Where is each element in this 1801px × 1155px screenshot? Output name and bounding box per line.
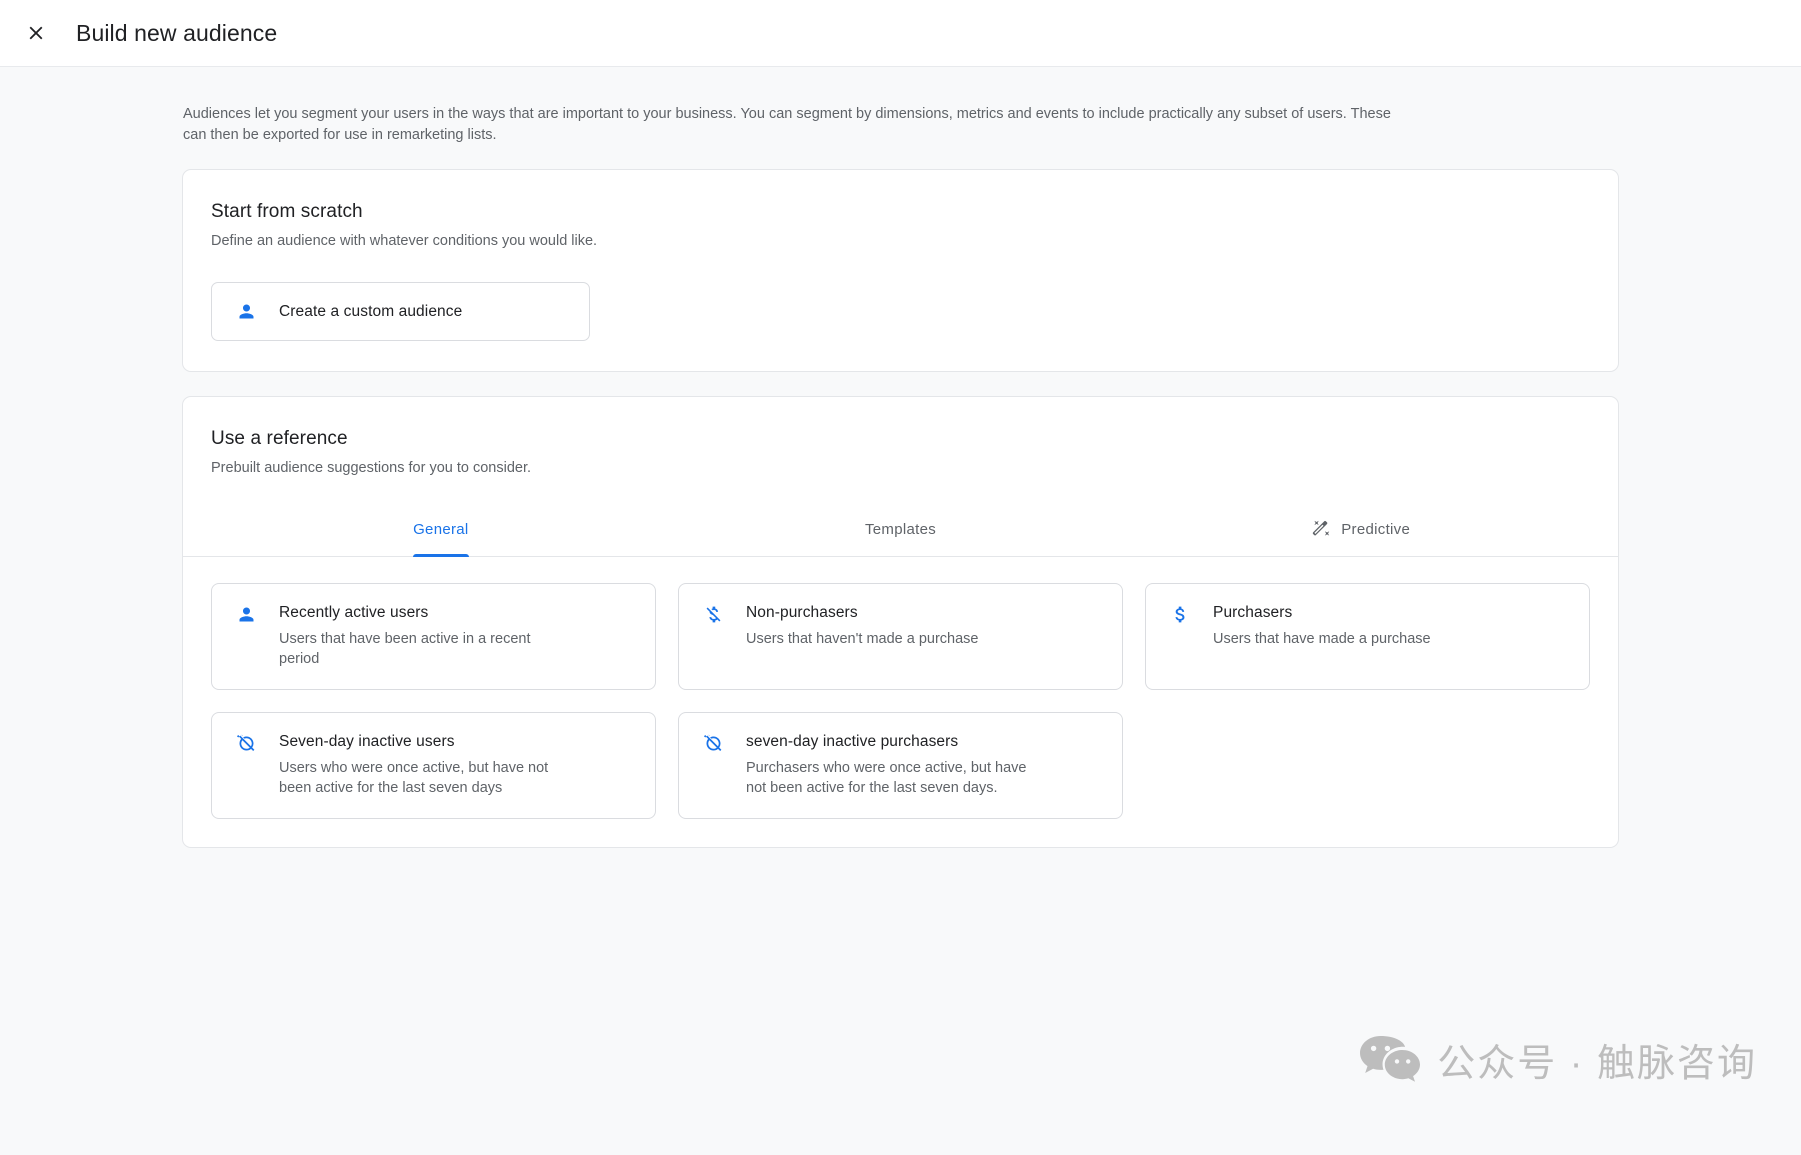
- suggestion-card-seven-day-inactive-purchasers[interactable]: seven-day inactive purchasers Purchasers…: [678, 712, 1123, 819]
- reference-tabs: General Templates Predictive: [183, 502, 1618, 557]
- start-from-scratch-subtitle: Define an audience with whatever conditi…: [211, 233, 598, 249]
- suggestion-title: Recently active users: [279, 604, 429, 621]
- use-a-reference-subtitle: Prebuilt audience suggestions for you to…: [211, 460, 532, 476]
- alarm-off-icon: [703, 733, 724, 759]
- suggestion-card-non-purchasers[interactable]: Non-purchasers Users that haven't made a…: [678, 583, 1123, 690]
- dialog-header: Build new audience: [0, 0, 1801, 67]
- person-icon: [236, 604, 257, 630]
- tab-templates-label: Templates: [864, 520, 937, 538]
- use-a-reference-title: Use a reference: [211, 428, 348, 449]
- suggestion-description: Purchasers who were once active, but hav…: [746, 760, 1027, 796]
- suggestion-card-purchasers[interactable]: Purchasers Users that have made a purcha…: [1145, 583, 1590, 690]
- dialog-body: Audiences let you segment your users in …: [0, 67, 1801, 1155]
- suggestion-title: Seven-day inactive users: [279, 733, 455, 750]
- start-from-scratch-panel: Start from scratch Define an audience wi…: [182, 169, 1619, 372]
- page-title: Build new audience: [76, 19, 278, 46]
- dollar-icon: [1170, 604, 1191, 630]
- close-icon: [25, 22, 47, 44]
- suggestion-grid: Recently active users Users that have be…: [211, 583, 1590, 819]
- tab-general[interactable]: General: [211, 502, 671, 556]
- watermark: 公众号 · 触脉咨询: [1359, 1034, 1757, 1093]
- alarm-off-icon: [236, 733, 257, 759]
- watermark-text: 公众号 · 触脉咨询: [1437, 1042, 1757, 1085]
- suggestion-description: Users that have made a purchase: [1213, 631, 1431, 647]
- person-icon: [236, 301, 257, 322]
- suggestion-title: seven-day inactive purchasers: [746, 733, 959, 750]
- create-custom-audience-button[interactable]: Create a custom audience: [211, 282, 590, 341]
- tab-general-label: General: [413, 520, 469, 538]
- use-a-reference-panel: Use a reference Prebuilt audience sugges…: [182, 396, 1619, 848]
- start-from-scratch-title: Start from scratch: [211, 201, 363, 222]
- tab-predictive[interactable]: Predictive: [1130, 502, 1590, 556]
- suggestion-description: Users that haven't made a purchase: [746, 631, 979, 647]
- content-column: Audiences let you segment your users in …: [182, 67, 1619, 848]
- suggestion-description: Users who were once active, but have not…: [279, 760, 549, 796]
- tab-predictive-label: Predictive: [1341, 520, 1411, 538]
- tab-templates[interactable]: Templates: [671, 502, 1131, 556]
- suggestion-title: Non-purchasers: [746, 604, 858, 621]
- suggestion-card-seven-day-inactive-users[interactable]: Seven-day inactive users Users who were …: [211, 712, 656, 819]
- close-button[interactable]: [12, 9, 60, 57]
- create-custom-audience-label: Create a custom audience: [279, 302, 463, 320]
- money-off-icon: [703, 604, 724, 630]
- wechat-icon: [1359, 1034, 1421, 1093]
- suggestion-description: Users that have been active in a recent …: [279, 631, 531, 667]
- suggestion-title: Purchasers: [1213, 604, 1293, 621]
- suggestion-card-recently-active-users[interactable]: Recently active users Users that have be…: [211, 583, 656, 690]
- magic-wand-icon: [1310, 519, 1331, 540]
- intro-description: Audiences let you segment your users in …: [183, 106, 1391, 143]
